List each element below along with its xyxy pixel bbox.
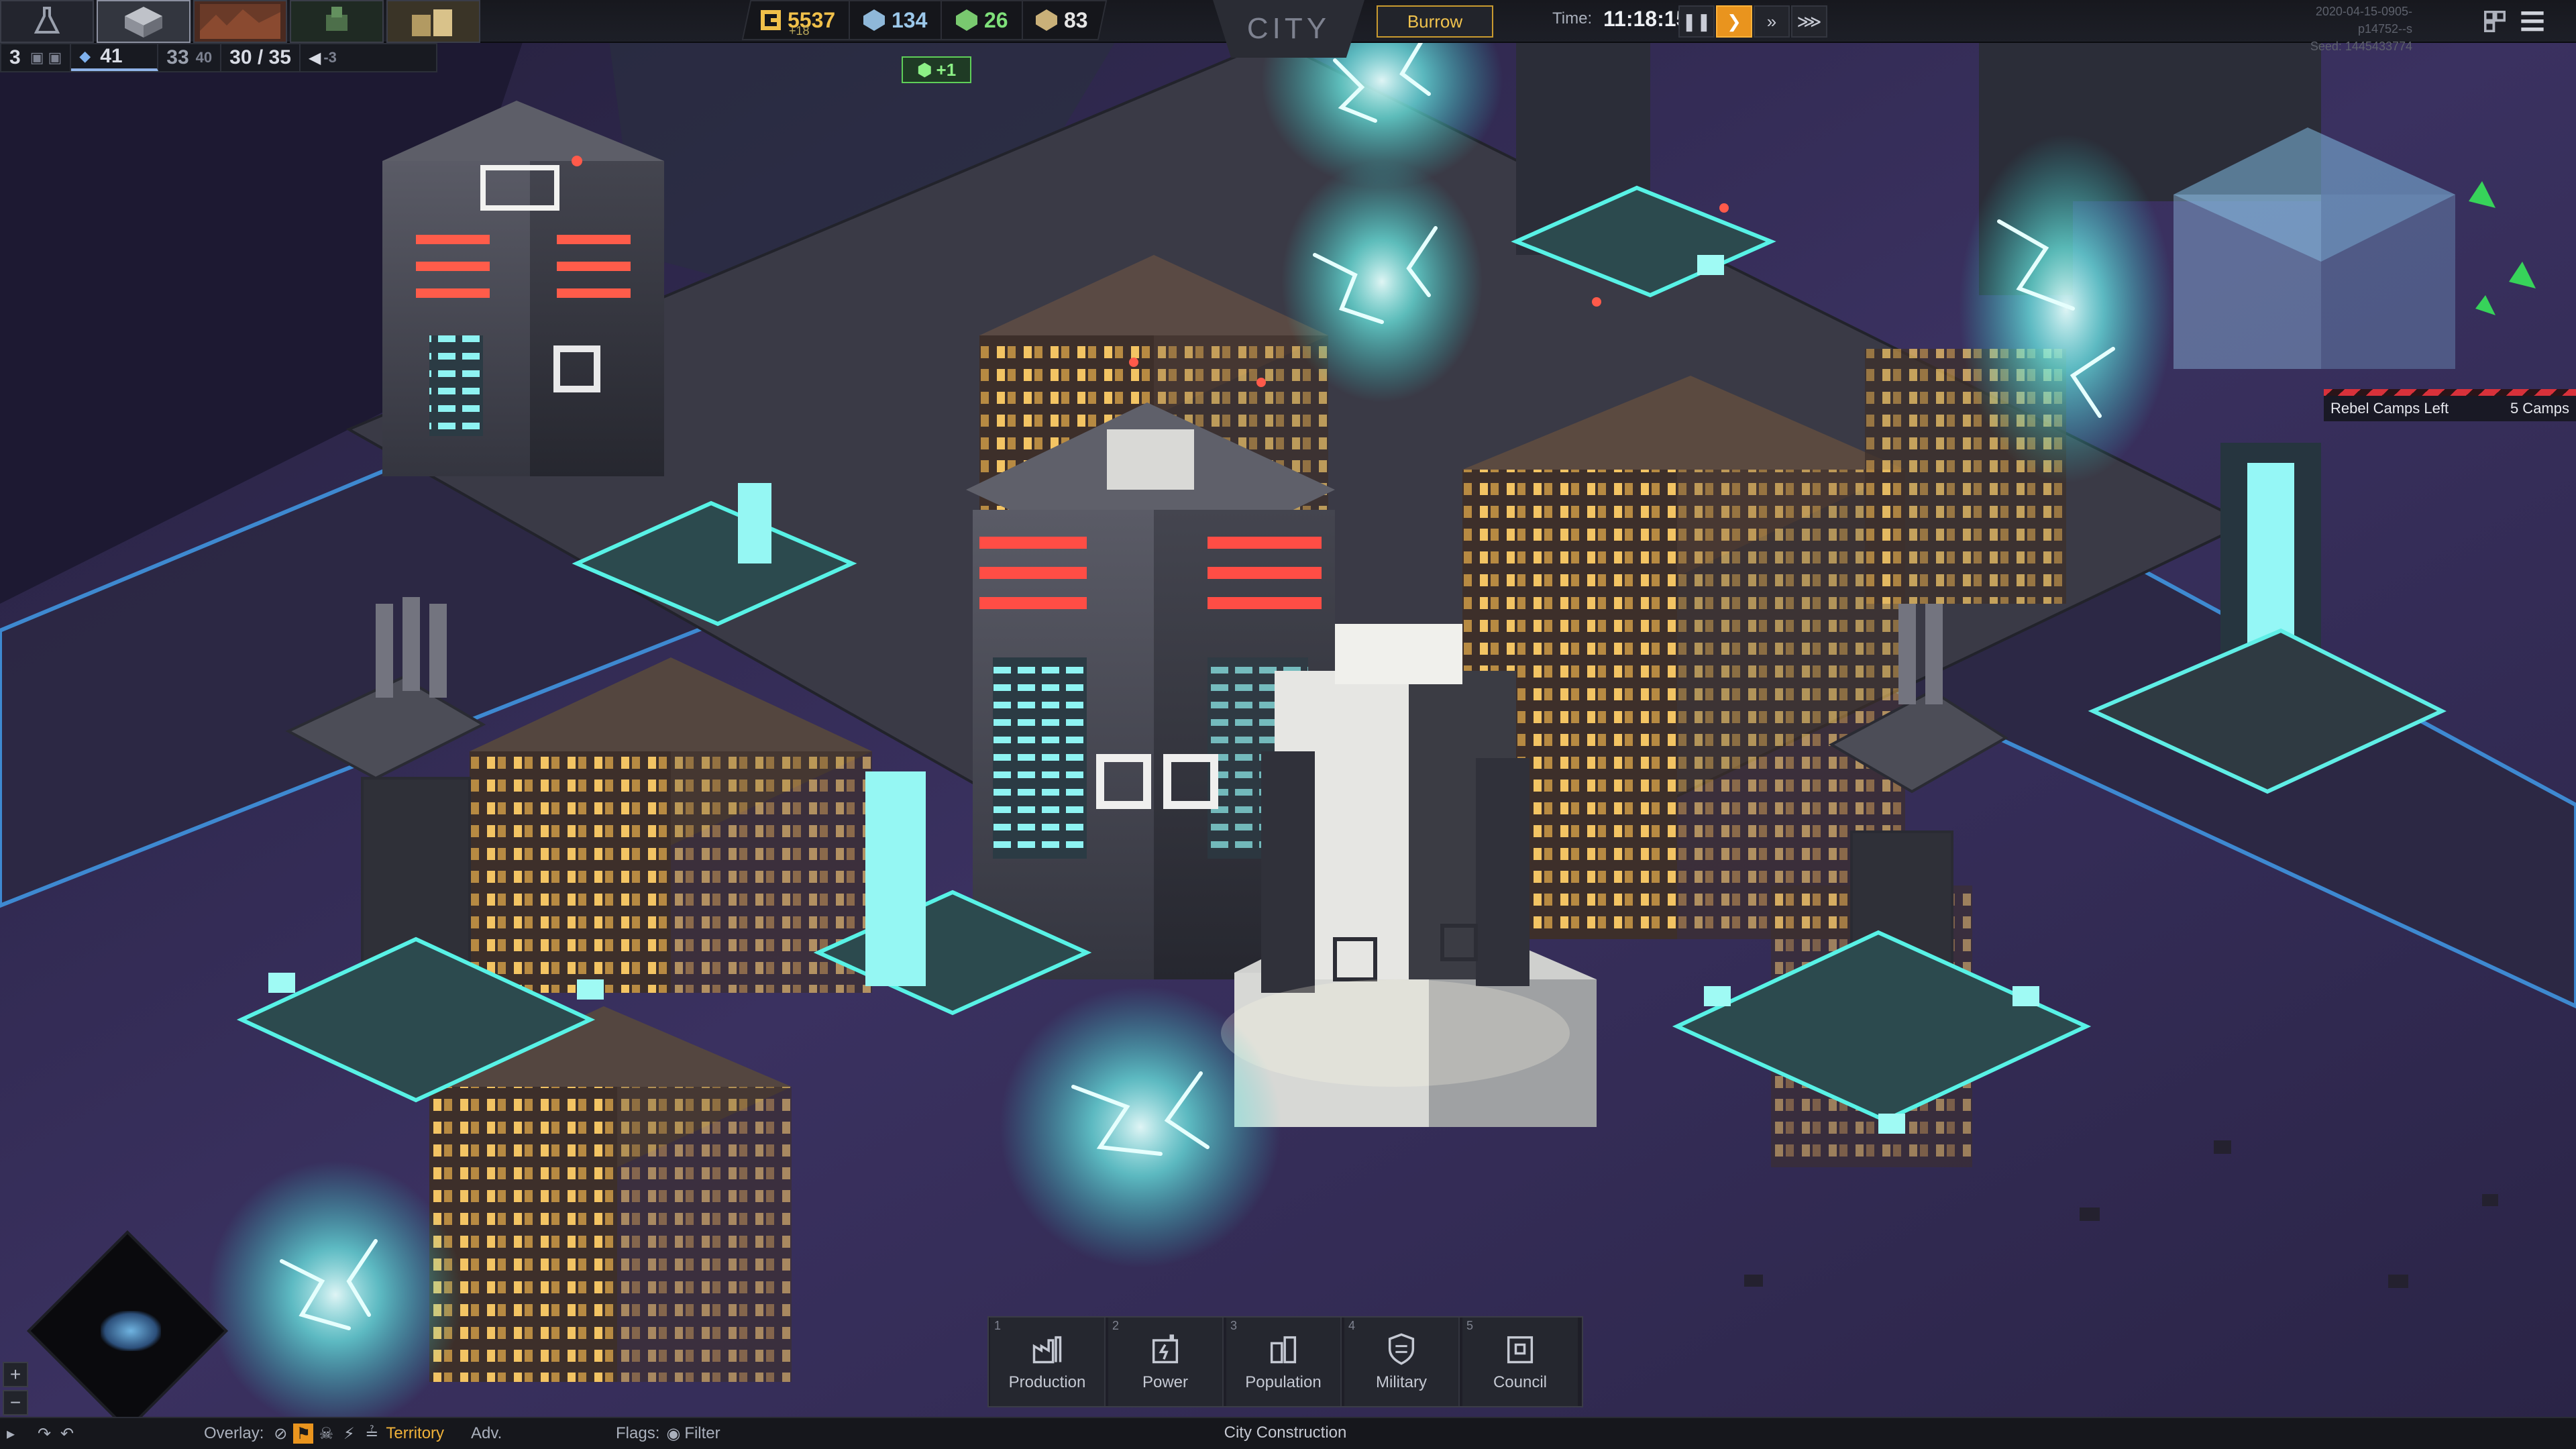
pause-icon: ❚❚ — [1682, 11, 1711, 32]
top-left-panel: 3 ▣ ▣ ◆ 41 33 40 30 / 35 ◀ -3 — [0, 0, 480, 75]
category-tab-units[interactable] — [290, 0, 384, 43]
no-overlay-icon: ⊘ — [274, 1424, 288, 1443]
resource-biomass[interactable]: 26 — [942, 1, 1023, 39]
resource-crystals[interactable]: 134 — [850, 1, 943, 39]
biomass-gain-notification[interactable]: ⬢ +1 — [902, 56, 971, 83]
lock-icon: ▣ — [30, 49, 44, 66]
minus-icon: − — [9, 1392, 21, 1413]
city-core-icon — [125, 7, 162, 38]
construction-category-council[interactable]: 5 Council — [1462, 1318, 1578, 1406]
play-icon: ❯ — [1727, 11, 1741, 32]
overlay-danger-button[interactable]: ☠ — [316, 1424, 336, 1444]
biomass-icon: ⬢ — [916, 59, 932, 80]
biomass-icon — [955, 9, 977, 31]
city-name-button[interactable]: Burrow — [1377, 5, 1493, 38]
category-tab-structures[interactable] — [386, 0, 480, 43]
housing-stat[interactable]: 33 40 — [158, 44, 222, 71]
zoom-in-button[interactable]: + — [3, 1362, 28, 1387]
pause-button[interactable]: ❚❚ — [1678, 5, 1715, 38]
flag-icon: ⚑ — [296, 1424, 311, 1443]
power-plant-icon — [1152, 1334, 1179, 1364]
construction-category-power[interactable]: 2 Power — [1108, 1318, 1224, 1406]
overlay-controls: Overlay: ⊘ ⚑ ☠ ⚡ ≟ Territory Adv. — [204, 1424, 502, 1444]
undo-button[interactable]: ↶ — [60, 1418, 74, 1449]
flask-icon — [34, 7, 60, 34]
fastest-button[interactable]: ⋙ — [1791, 5, 1827, 38]
city-construction-panel: 1 Production 2 Power 3 Population 4 Mili… — [987, 1316, 1583, 1407]
credits-icon — [761, 10, 781, 30]
fast-forward-icon: » — [1766, 11, 1777, 32]
factory-icon — [1032, 1336, 1062, 1364]
camera-mode-button[interactable]: ▸ — [7, 1418, 15, 1449]
fast-forward-button[interactable]: » — [1754, 5, 1790, 38]
housing-icon — [1270, 1336, 1297, 1364]
chevrons-icon: ≟ — [365, 1424, 379, 1443]
city-tab[interactable]: CITY — [1213, 0, 1364, 58]
main-menu-button[interactable] — [2516, 5, 2549, 38]
lightning-icon: ⚡ — [343, 1424, 355, 1443]
overlay-none-button[interactable]: ⊘ — [270, 1424, 290, 1444]
crystal-icon — [863, 9, 885, 31]
category-tab-city-core[interactable] — [97, 0, 191, 43]
construction-category-production[interactable]: 1 Production — [990, 1318, 1106, 1406]
construction-category-military[interactable]: 4 Military — [1344, 1318, 1460, 1406]
tier-indicator: 3 ▣ ▣ — [1, 44, 72, 71]
construction-category-population[interactable]: 3 Population — [1226, 1318, 1342, 1406]
time-label: Time: — [1552, 9, 1593, 28]
grid-icon — [2484, 11, 2506, 32]
rebel-camps-banner: Rebel Camps Left 5 Camps — [2324, 389, 2576, 421]
filter-button[interactable]: Filter — [684, 1424, 720, 1443]
diamond-icon: ◆ — [79, 48, 91, 64]
resource-bar: 5537 +18 134 26 83 — [741, 0, 1108, 40]
resource-credits[interactable]: 5537 +18 — [747, 1, 851, 39]
terrain-icon — [200, 4, 280, 39]
overlay-territory-button[interactable]: ≟ — [362, 1424, 382, 1444]
eye-icon: ◉ — [666, 1424, 681, 1443]
hamburger-menu-icon — [2521, 11, 2544, 32]
plus-icon: + — [9, 1364, 21, 1385]
signal-stat[interactable]: ◀ -3 — [301, 44, 345, 71]
game-clock: 11:18:15 — [1603, 7, 1688, 31]
category-tab-terrain[interactable] — [193, 0, 287, 43]
lock-icon: ▣ — [48, 49, 62, 66]
redo-icon: ↷ — [38, 1424, 52, 1443]
units-icon — [326, 7, 347, 31]
overlay-flag-button[interactable]: ⚑ — [293, 1424, 314, 1444]
shield-icon — [1388, 1333, 1415, 1365]
city-viewport[interactable] — [0, 0, 2576, 1449]
council-icon — [1507, 1336, 1534, 1364]
fastest-icon: ⋙ — [1796, 11, 1822, 32]
redo-button[interactable]: ↷ — [38, 1418, 51, 1449]
population-stat[interactable]: ◆ 41 — [71, 44, 159, 71]
resource-supplies[interactable]: 83 — [1022, 1, 1102, 39]
research-button[interactable] — [0, 0, 94, 43]
minimap-city-marker — [101, 1311, 161, 1351]
minimap[interactable] — [27, 1230, 228, 1432]
structures-icon — [412, 9, 452, 36]
capacity-stat[interactable]: 30 / 35 — [221, 44, 301, 71]
advanced-overlay-button[interactable]: Adv. — [471, 1424, 502, 1443]
undo-icon: ↶ — [60, 1424, 74, 1443]
overlay-power-button[interactable]: ⚡ — [339, 1424, 359, 1444]
build-info: 2020-04-15-0905-p14752--s Seed: 14454337… — [2310, 5, 2412, 53]
city-construction-title: City Construction — [1224, 1424, 1347, 1442]
camera-icon: ▸ — [7, 1424, 15, 1443]
flags-controls: Flags: ◉ Filter — [616, 1424, 720, 1443]
territory-label[interactable]: Territory — [386, 1424, 444, 1443]
play-button[interactable]: ❯ — [1716, 5, 1752, 38]
skull-icon: ☠ — [319, 1424, 334, 1443]
signal-icon: ◀ — [308, 48, 321, 67]
screen-mode-button[interactable] — [2478, 5, 2512, 38]
zoom-out-button[interactable]: − — [3, 1390, 28, 1415]
supplies-icon — [1036, 9, 1058, 31]
